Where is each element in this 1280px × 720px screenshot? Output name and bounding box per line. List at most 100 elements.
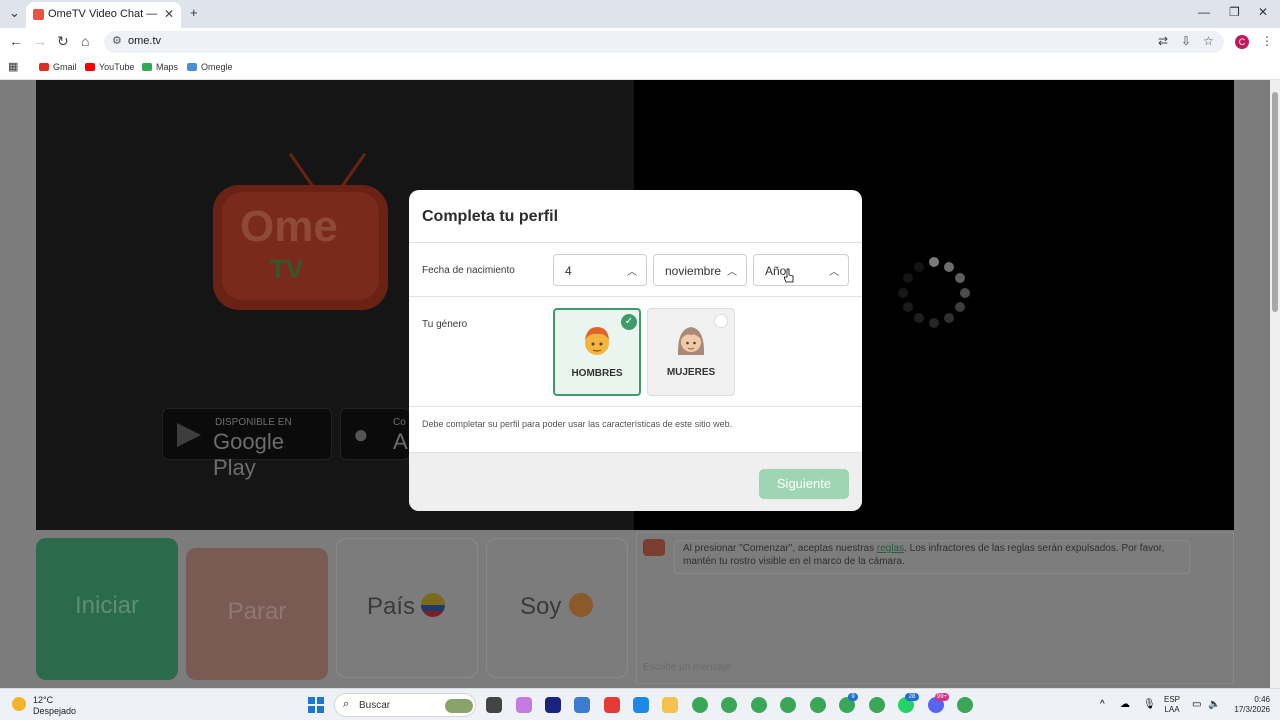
browser-toolbar: ← → ↻ ⌂ ⚙ ome.tv ⇄ ⇩ ☆ ⋮ [0,28,1280,56]
weather-temp: 12°C [33,695,54,705]
chrome-icon[interactable] [810,697,826,713]
tray-overflow-icon[interactable]: ^ [1100,699,1105,710]
man-emoji-icon [569,593,593,617]
google-play-icon [177,423,201,447]
restore-icon[interactable]: ❐ [1229,5,1240,19]
chevron-up-icon: ︿ [627,267,637,278]
logo-text-tv: TV [270,254,304,284]
gender-label: Tu género [422,319,468,330]
profile-notice: Debe completar su perfil para poder usar… [422,419,733,429]
day-select[interactable]: 4 ︿ [553,254,647,286]
year-select[interactable]: Año ︿ [753,254,849,286]
next-button[interactable]: Siguiente [759,469,849,499]
tab-close-icon[interactable]: ✕ [164,7,174,21]
bookmarks-bar: ▦ Gmail YouTube Maps Omegle [0,56,1280,80]
windows-taskbar: 12°C Despejado ⌕ Buscar 9 28 99+ ^ ☁ 🎙 ES… [0,688,1280,720]
volume-icon[interactable]: 🔈 [1208,699,1220,710]
divider [409,242,862,243]
tab-favicon-icon [33,9,44,20]
forward-icon[interactable]: → [33,33,47,49]
youtube-icon [85,63,95,71]
microphone-icon[interactable]: 🎙 [1143,699,1156,710]
selected-check-icon: ✓ [621,314,637,330]
new-tab-icon[interactable]: + [190,5,198,20]
logo-text-ome: Ome [240,202,338,251]
man-emoji-icon [585,327,609,355]
app-store-badge[interactable]: ● Co A [340,408,410,460]
chat-rules-message: Al presionar "Comenzar", aceptas nuestra… [674,540,1190,574]
stop-button[interactable]: Parar [186,548,328,680]
dialog-title: Completa tu perfil [422,208,559,225]
badge: 28 [905,693,919,701]
complete-profile-dialog: Completa tu perfil Fecha de nacimiento 4… [409,190,862,511]
home-icon[interactable]: ⌂ [81,33,89,49]
chat-input[interactable]: Escribe un mensaje [643,662,731,673]
browser-tab-bar: ⌄ OmeTV Video Chat — Omegle ✕ + — ❐ ✕ [0,0,1280,28]
edge-icon[interactable] [633,697,649,713]
copilot-icon[interactable] [516,697,532,713]
search-icon: ⌕ [343,698,350,710]
taskbar-search[interactable]: ⌕ Buscar [334,693,476,717]
onedrive-icon[interactable]: ☁ [1120,699,1130,710]
bookmark-star-icon[interactable]: ☆ [1203,34,1214,48]
task-view-icon[interactable] [486,697,502,713]
tab-search-icon[interactable]: ⌄ [9,5,20,21]
unselected-radio-icon [714,314,728,328]
ecuador-flag-icon [421,593,445,617]
google-play-badge[interactable]: DISPONIBLE EN Google Play [162,408,332,480]
rules-link[interactable]: reglas [877,543,904,554]
keyboard-language[interactable]: ESP LAA [1164,695,1180,715]
browser-tab[interactable]: OmeTV Video Chat — Omegle ✕ [26,2,181,28]
translate-icon[interactable]: ⇄ [1158,34,1168,48]
apps-grid-icon[interactable]: ▦ [8,60,18,73]
window-close-icon[interactable]: ✕ [1258,5,1268,19]
dialog-footer: Siguiente [409,452,862,511]
search-highlight-icon [445,699,473,713]
windows-start-icon[interactable] [308,697,324,713]
chrome-icon[interactable] [869,697,885,713]
chrome-icon[interactable] [751,697,767,713]
youtube-app-icon[interactable] [604,697,620,713]
omegle-icon [187,63,197,71]
file-explorer-icon[interactable] [662,697,678,713]
address-bar[interactable]: ⚙ ome.tv [104,31,1224,53]
store-icon[interactable] [574,697,590,713]
bookmark-omegle[interactable]: Omegle [187,62,233,72]
i-am-button[interactable]: Soy [486,538,628,678]
bookmark-maps[interactable]: Maps [142,62,178,72]
address-url[interactable]: ome.tv [128,35,161,47]
site-info-icon[interactable]: ⚙ [112,34,122,47]
reload-icon[interactable]: ↻ [57,33,69,50]
maps-icon [142,63,152,71]
start-button[interactable]: Iniciar [36,538,178,680]
bookmark-youtube[interactable]: YouTube [85,62,134,72]
hand-cursor-icon [784,268,794,283]
bookmark-gmail[interactable]: Gmail [39,62,77,72]
page-scrollbar[interactable] [1270,80,1280,688]
chrome-icon[interactable] [957,697,973,713]
chat-ometv-logo-icon [643,539,665,556]
chrome-icon[interactable] [692,697,708,713]
weather-desc: Despejado [33,706,77,716]
chevron-up-icon: ︿ [829,267,839,278]
install-app-icon[interactable]: ⇩ [1181,34,1191,48]
minimize-icon[interactable]: — [1198,5,1210,19]
chrome-icon[interactable] [721,697,737,713]
animate-app-icon[interactable] [545,697,561,713]
woman-emoji-icon [677,327,705,355]
scrollbar-thumb[interactable] [1272,92,1278,312]
gender-option-male[interactable]: HOMBRES ✓ [553,308,641,396]
clock[interactable]: 0:46 17/3/2026 [1226,695,1270,715]
country-button[interactable]: País [336,538,478,678]
gmail-icon [39,63,49,71]
gender-option-female[interactable]: MUJERES [647,308,735,396]
apple-icon: ● [353,419,369,449]
network-icon[interactable]: ▭ [1192,699,1201,710]
profile-avatar[interactable]: C [1235,35,1249,49]
weather-moon-icon [12,697,26,711]
month-select[interactable]: noviembre ︿ [653,254,747,286]
browser-menu-icon[interactable]: ⋮ [1261,34,1273,48]
birthdate-label: Fecha de nacimiento [422,265,515,276]
chrome-active-icon[interactable] [780,697,796,713]
back-icon[interactable]: ← [9,33,23,49]
